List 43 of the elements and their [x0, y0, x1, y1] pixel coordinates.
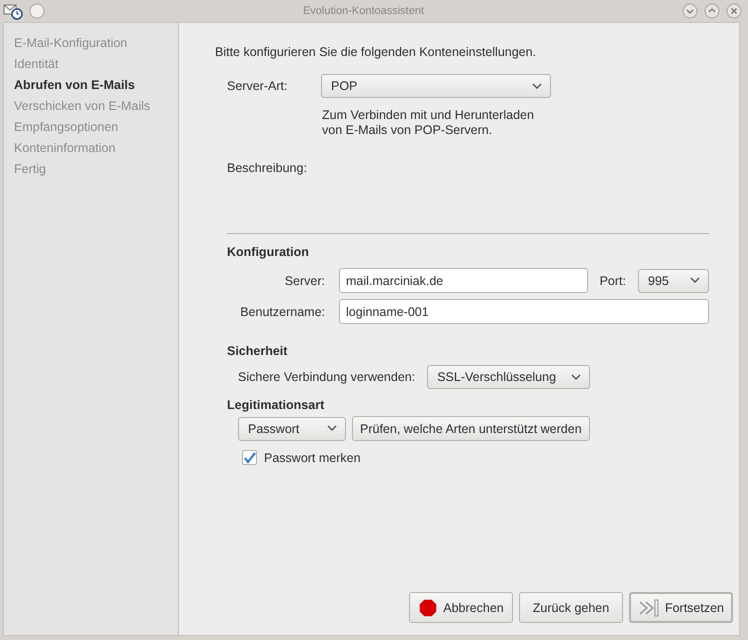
window-title: Evolution-Kontoassistent — [302, 5, 426, 17]
server-type-dropdown[interactable]: POP — [321, 74, 551, 98]
field-label: Server: — [284, 274, 325, 288]
field-label: Benutzername: — [239, 304, 325, 318]
description-text: Zum Verbinden mit und Herunterladen von E-Mails von POP-Servern. — [322, 108, 535, 138]
step-item: Verschicken von E-Mails — [14, 98, 152, 115]
checkmark-icon — [243, 452, 256, 464]
encryption-dropdown[interactable]: SSL-Verschlüsselung — [427, 365, 590, 389]
forward-arrow-icon — [638, 598, 660, 618]
chevron-down-icon — [532, 82, 542, 90]
field-label: Server-Art: — [226, 79, 288, 93]
chevron-down-icon — [690, 277, 700, 284]
chevron-down-icon — [327, 425, 337, 432]
port-dropdown[interactable]: 995 — [638, 268, 709, 292]
back-button[interactable]: Zurück gehen — [519, 592, 623, 623]
checkbox-label: Passwort merken — [264, 450, 361, 464]
envelope-clock-icon[interactable] — [3, 2, 23, 20]
stop-sign-icon — [418, 598, 438, 618]
intro-text: Bitte konfigurieren Sie die folgenden Konteneinstellungen. — [215, 45, 538, 59]
field-label: Port: — [600, 274, 626, 288]
cancel-button[interactable]: Abbrechen — [409, 592, 513, 623]
input-field[interactable]: loginname-001 — [339, 299, 709, 324]
window-menu-icon[interactable] — [29, 3, 45, 19]
step-item: Identität — [14, 56, 60, 73]
maximize-icon[interactable] — [704, 3, 720, 19]
checkbox[interactable] — [242, 450, 257, 465]
step-item: E-Mail-Konfiguration — [14, 35, 128, 52]
field-label: Sichere Verbindung verwenden: — [238, 370, 416, 384]
check-types-button[interactable]: Prüfen, welche Arten unterstützt werden — [352, 416, 590, 441]
input-field[interactable]: mail.marciniak.de — [339, 268, 588, 293]
section-heading: Legitimationsart — [227, 398, 326, 412]
chevron-down-icon — [571, 374, 582, 380]
field-label: Beschreibung: — [227, 161, 308, 175]
step-item: Empfangsoptionen — [14, 119, 120, 136]
section-heading: Sicherheit — [227, 344, 288, 358]
minimize-icon[interactable] — [682, 3, 698, 19]
close-icon[interactable] — [726, 3, 742, 19]
forward-button[interactable]: Fortsetzen — [629, 592, 733, 623]
step-item: Abrufen von E-Mails — [14, 77, 136, 94]
auth-method-dropdown[interactable]: Passwort — [238, 416, 346, 440]
step-item: Konteninformation — [14, 140, 116, 157]
step-item: Fertig — [14, 161, 47, 178]
section-heading: Konfiguration — [227, 245, 310, 259]
